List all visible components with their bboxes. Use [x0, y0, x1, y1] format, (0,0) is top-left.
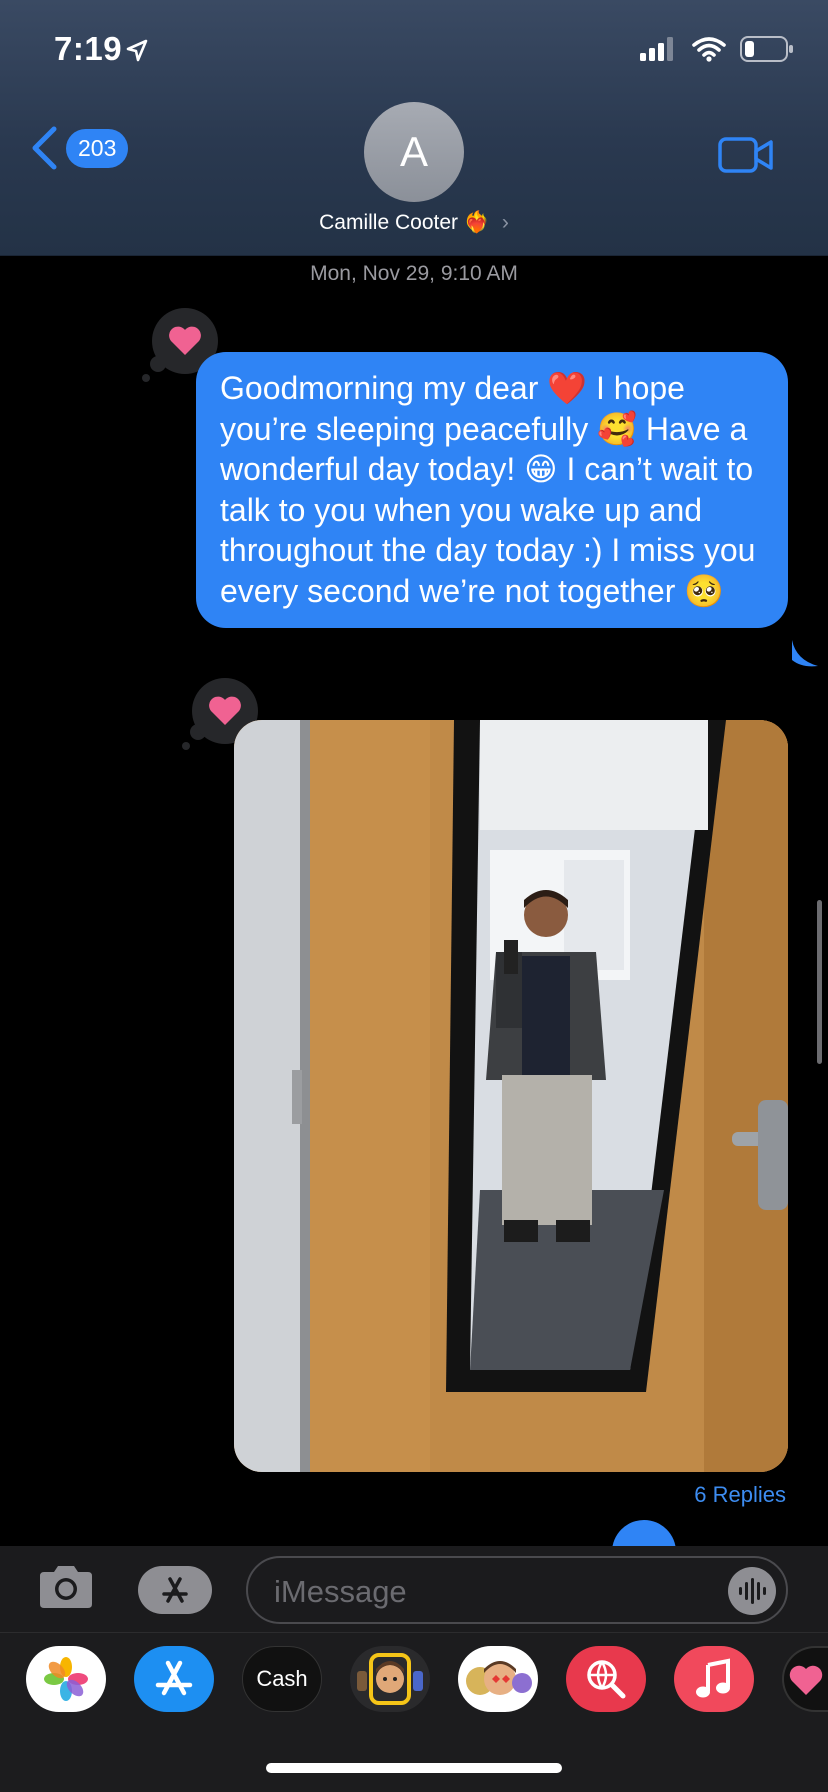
wifi-icon: [692, 37, 726, 62]
battery-icon: [740, 36, 793, 62]
app-store-app-button[interactable]: [134, 1646, 214, 1712]
home-indicator[interactable]: [266, 1763, 562, 1773]
heart-icon: [789, 1665, 823, 1695]
camera-icon: [40, 1566, 92, 1608]
bubble-tail: [792, 640, 818, 667]
mirror-selfie-image: [234, 720, 788, 1472]
status-time: 7:19: [54, 30, 123, 67]
globe-search-icon: [587, 1660, 626, 1699]
apps-button[interactable]: [138, 1566, 212, 1614]
app-store-icon: [162, 1577, 188, 1603]
tapback-tail: [182, 742, 190, 750]
tapback-tail: [142, 374, 150, 382]
music-app-button[interactable]: [674, 1646, 754, 1712]
contact-name: Camille Cooter ❤️‍🔥: [319, 211, 491, 234]
cash-label: Cash: [256, 1666, 308, 1691]
contact-name-button[interactable]: Camille Cooter ❤️‍🔥 ›: [0, 211, 828, 235]
message-input[interactable]: iMessage: [246, 1556, 788, 1624]
photos-app-button[interactable]: [26, 1646, 106, 1712]
app-store-icon: [155, 1660, 193, 1696]
facetime-video-button[interactable]: [718, 136, 774, 179]
message-timestamp: Mon, Nov 29, 9:10 AM: [310, 262, 518, 285]
chevron-left-icon: [32, 126, 57, 170]
message-text: Goodmorning my dear ❤️ I hope you’re sle…: [220, 370, 756, 609]
camera-button[interactable]: [36, 1564, 96, 1615]
avatar-initial: A: [399, 128, 428, 175]
location-arrow-icon: [126, 39, 148, 62]
animoji-app-button[interactable]: [458, 1646, 538, 1712]
music-note-icon: [696, 1658, 730, 1698]
animoji-icon: [466, 1661, 532, 1695]
contact-avatar[interactable]: A: [364, 102, 464, 202]
chevron-right-icon: ›: [501, 211, 509, 234]
message-bubble[interactable]: Goodmorning my dear ❤️ I hope you’re sle…: [196, 352, 788, 628]
unread-count-badge: 203: [66, 128, 129, 168]
heart-icon: [169, 326, 201, 355]
message-placeholder: iMessage: [274, 1574, 407, 1609]
waveform-icon: [739, 1578, 766, 1604]
apple-cash-app-button[interactable]: Cash: [242, 1646, 322, 1712]
photo-attachment[interactable]: [234, 720, 788, 1472]
status-icons: [640, 36, 794, 62]
image-search-app-button[interactable]: [566, 1646, 646, 1712]
photos-icon: [44, 1657, 88, 1701]
memoji-stickers-app-button[interactable]: [350, 1646, 430, 1712]
back-button[interactable]: 203: [30, 126, 129, 170]
cellular-signal-icon: [640, 37, 673, 61]
conversation-header: 7:19 203 A Camille Cooter ❤️: [0, 0, 828, 256]
memoji-stickers-icon: [357, 1653, 423, 1705]
audio-message-button[interactable]: [728, 1567, 776, 1615]
heart-icon: [209, 696, 241, 725]
scroll-indicator[interactable]: [817, 900, 822, 1064]
video-camera-icon: [718, 137, 773, 173]
replies-link[interactable]: 6 Replies: [694, 1482, 786, 1508]
